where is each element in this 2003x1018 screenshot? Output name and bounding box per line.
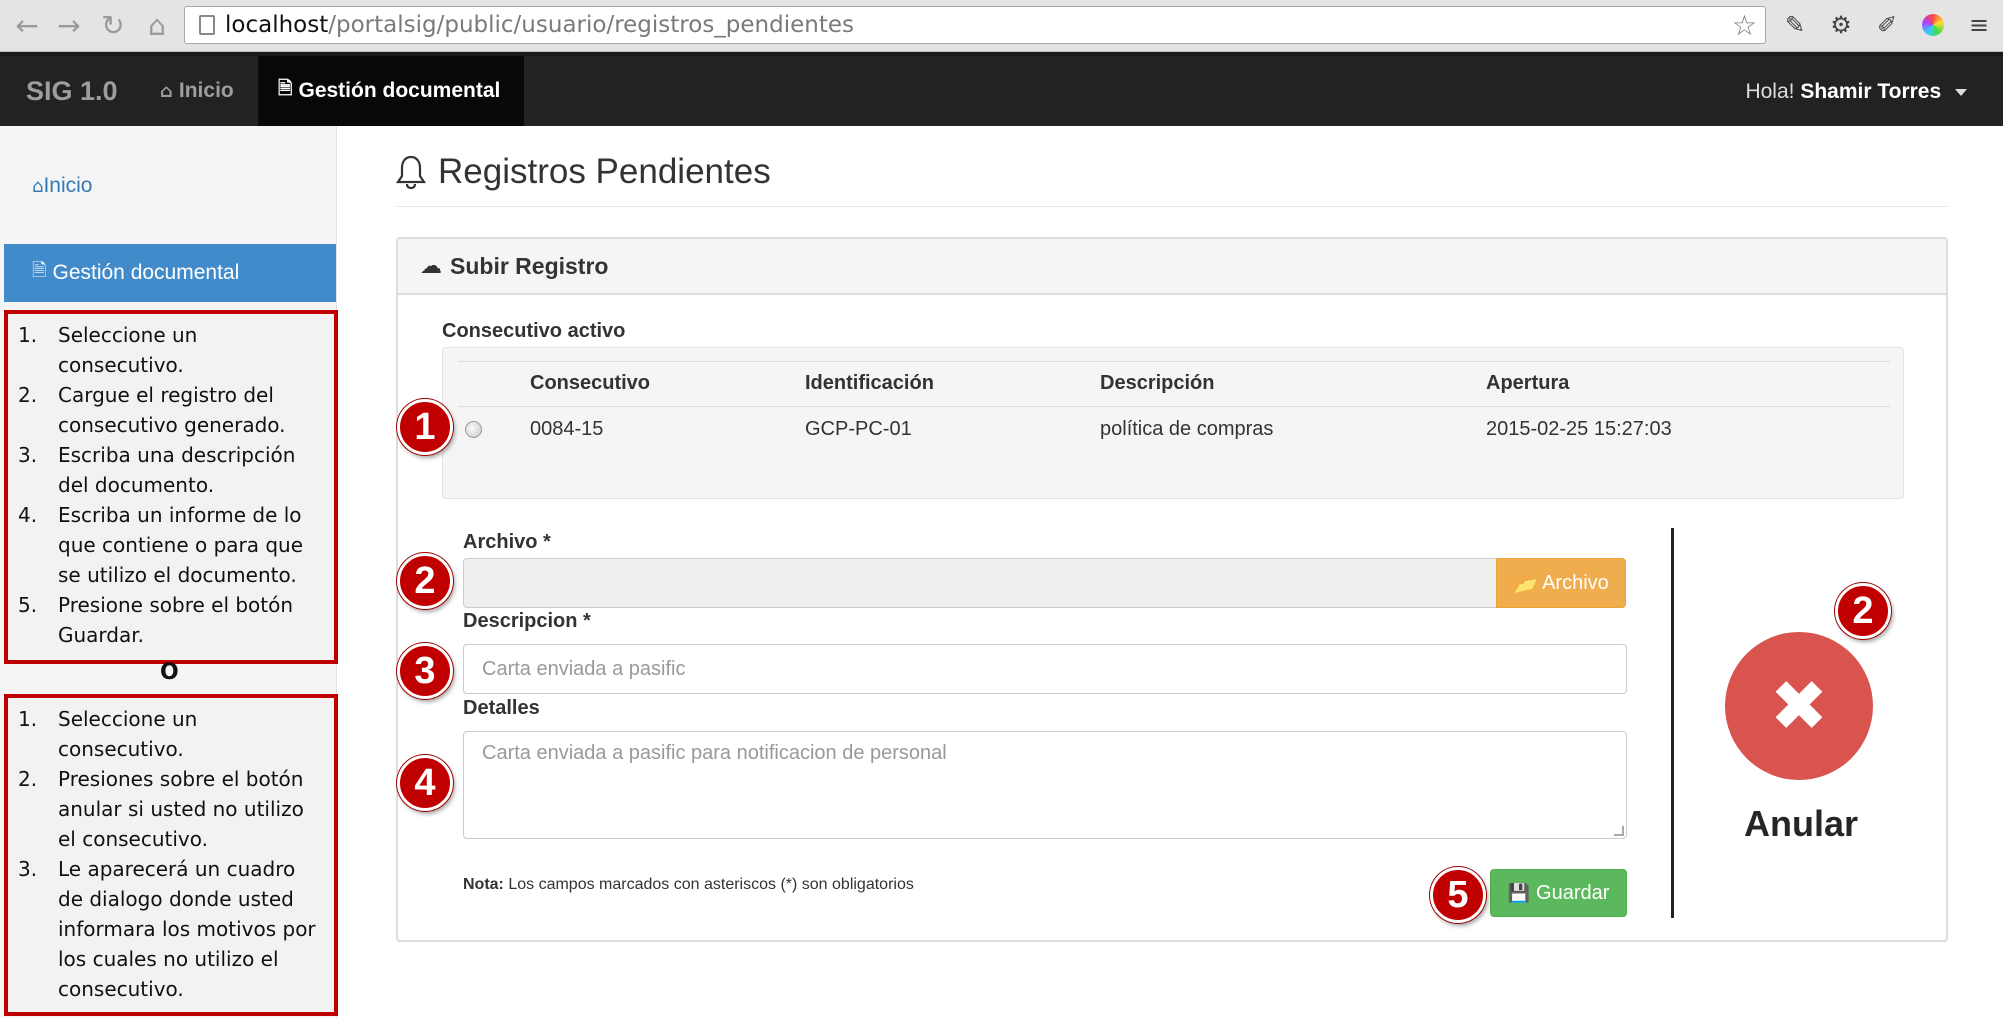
sidebar-item-label: Inicio — [43, 174, 93, 197]
or-separator: O — [160, 660, 179, 685]
file-icon: 🗎 — [278, 78, 293, 99]
detalles-placeholder: Carta enviada a pasific para notificacio… — [482, 742, 947, 764]
forward-arrow-icon[interactable]: → — [52, 8, 86, 42]
page-title: Registros Pendientes — [396, 152, 771, 192]
menu-icon[interactable]: ≡ — [1964, 10, 1994, 40]
home-icon: ⌂ — [160, 80, 173, 102]
detalles-label: Detalles — [463, 697, 540, 719]
cancel-instructions: 1. Seleccione un consecutivo. 2. Presiones… — [4, 694, 338, 1016]
column-header: Consecutivo — [530, 372, 651, 394]
table-cell: política de compras — [1100, 418, 1274, 440]
bookmark-star-icon[interactable]: ☆ — [1732, 9, 1757, 42]
cancel-label: Anular — [1744, 803, 1859, 844]
descripcion-label: Descripcion * — [463, 610, 591, 632]
save-button[interactable]: 💾 Guardar — [1490, 869, 1627, 917]
sidebar-item-label: Gestión documental — [52, 261, 240, 284]
greeting: Hola! — [1745, 80, 1795, 103]
required-note: Nota: Los campos marcados con asteriscos… — [463, 876, 914, 893]
page-icon — [199, 15, 215, 35]
cancel-button[interactable]: ✖ — [1725, 632, 1873, 780]
column-header: Descripción — [1100, 372, 1215, 394]
step-marker-2: 2 — [397, 553, 453, 609]
file-path-field — [463, 558, 1497, 608]
floppy-disk-icon: 💾 — [1507, 882, 1531, 904]
list-item: 2. Cargue el registro del consecutivo gen… — [18, 383, 286, 437]
row-radio-button[interactable] — [465, 421, 482, 438]
gear-extension-icon[interactable]: ⚙ — [1826, 10, 1856, 40]
archivo-label: Archivo * — [463, 531, 551, 553]
list-item: 3. Le aparecerá un cuadro de dialogo dond… — [18, 857, 316, 1001]
browser-toolbar: ← → ↻ ⌂ localhost/portalsig/public/usuar… — [0, 0, 2003, 52]
list-item: 2. Presiones sobre el botón anular si ust… — [18, 767, 304, 851]
button-label: Guardar — [1536, 881, 1610, 904]
button-label: Archivo — [1542, 571, 1609, 594]
pencil-extension-icon[interactable]: ✐ — [1872, 10, 1902, 40]
step-marker-5: 5 — [1430, 867, 1486, 923]
list-item: 3. Escriba una descripción del documento. — [18, 443, 296, 497]
sidebar-item-inicio[interactable]: ⌂Inicio — [32, 174, 92, 198]
panel-heading-text: Subir Registro — [450, 252, 609, 279]
descripcion-input[interactable]: Carta enviada a pasific — [463, 644, 1627, 694]
list-item: 5. Presione sobre el botón Guardar. — [18, 593, 294, 647]
cloud-upload-icon: ☁ — [420, 253, 442, 279]
table-cell: 0084-15 — [530, 418, 604, 440]
list-item: 1. Seleccione un consecutivo. — [18, 323, 198, 377]
descripcion-placeholder: Carta enviada a pasific — [482, 657, 686, 680]
separator-line — [1671, 528, 1674, 918]
page-title-text: Registros Pendientes — [438, 152, 771, 191]
sidebar-item-gestion-documental[interactable]: 🗎 Gestión documental — [4, 244, 336, 302]
user-menu[interactable]: Hola! Shamir Torres — [1745, 80, 1967, 104]
brand[interactable]: SIG 1.0 — [26, 76, 118, 107]
browse-file-button[interactable]: 📂 Archivo — [1496, 558, 1626, 608]
resize-handle-icon[interactable] — [1614, 826, 1624, 836]
user-name: Shamir Torres — [1800, 80, 1942, 103]
address-bar[interactable]: localhost/portalsig/public/usuario/regis… — [184, 6, 1766, 44]
pen-extension-icon[interactable]: ✎ — [1780, 10, 1810, 40]
nav-item-label: Gestión documental — [298, 79, 501, 102]
column-header: Identificación — [805, 372, 934, 394]
file-icon: 🗎 — [32, 260, 47, 281]
reload-icon[interactable]: ↻ — [96, 8, 130, 42]
back-arrow-icon[interactable]: ← — [10, 8, 44, 42]
consecutivo-label: Consecutivo activo — [442, 320, 626, 342]
divider — [458, 406, 1890, 407]
list-item: 1. Seleccione un consecutivo. — [18, 707, 198, 761]
nav-item-inicio[interactable]: ⌂ Inicio — [140, 56, 254, 126]
bell-icon — [396, 155, 426, 190]
column-header: Apertura — [1486, 372, 1570, 394]
step-marker-cancel-2: 2 — [1835, 583, 1891, 639]
folder-open-icon: 📂 — [1513, 571, 1539, 595]
table-cell: 2015-02-25 15:27:03 — [1486, 418, 1672, 440]
panel-heading: ☁ Subir Registro — [398, 239, 1946, 295]
step-marker-4: 4 — [397, 755, 453, 811]
divider — [458, 361, 1890, 362]
step-marker-1: 1 — [397, 399, 453, 455]
upload-instructions: 1. Seleccione un consecutivo. 2. Cargue el… — [4, 310, 338, 664]
step-marker-3: 3 — [397, 643, 453, 699]
color-picker-icon[interactable] — [1918, 10, 1948, 40]
table-cell: GCP-PC-01 — [805, 418, 912, 440]
detalles-textarea[interactable]: Carta enviada a pasific para notificacio… — [463, 731, 1627, 839]
divider — [396, 206, 1948, 207]
url-text: localhost/portalsig/public/usuario/regis… — [225, 12, 854, 38]
list-item: 4. Escriba un informe de lo que contiene … — [18, 503, 304, 587]
home-icon[interactable]: ⌂ — [140, 8, 174, 42]
nav-item-gestion-documental[interactable]: 🗎 Gestión documental — [258, 56, 524, 126]
close-icon: ✖ — [1769, 665, 1829, 747]
app-navbar: SIG 1.0 ⌂ Inicio 🗎 Gestión documental Ho… — [0, 52, 2003, 126]
nav-item-label: Inicio — [178, 79, 234, 102]
home-icon: ⌂ — [32, 176, 44, 197]
caret-down-icon — [1955, 88, 1967, 96]
